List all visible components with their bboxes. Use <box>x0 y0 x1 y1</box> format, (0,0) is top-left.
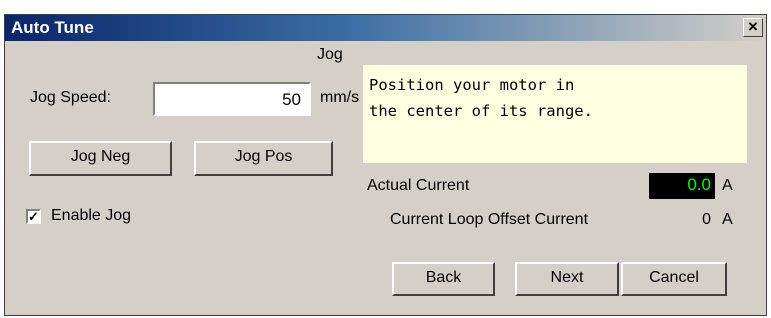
offset-current-label: Current Loop Offset Current <box>390 211 589 228</box>
actual-current-display: 0.0 <box>649 173 715 199</box>
jog-pos-button[interactable]: Jog Pos <box>194 141 333 176</box>
enable-jog-checkbox[interactable]: ✓ <box>26 209 41 224</box>
cancel-button[interactable]: Cancel <box>621 262 727 296</box>
jog-speed-unit: mm/s <box>320 89 360 106</box>
close-button[interactable]: × <box>743 18 763 37</box>
offset-current-value: 0 <box>702 211 711 228</box>
auto-tune-dialog: Auto Tune × Jog Jog Speed: 50 mm/s Jog N… <box>4 14 767 316</box>
offset-current-unit: A <box>722 211 733 228</box>
jog-neg-button[interactable]: Jog Neg <box>29 141 172 176</box>
enable-jog-label[interactable]: Enable Jog <box>51 207 131 225</box>
window-title: Auto Tune <box>11 18 94 37</box>
instruction-message: Position your motor in the center of its… <box>363 65 747 163</box>
next-button[interactable]: Next <box>515 262 619 296</box>
back-button[interactable]: Back <box>392 262 495 296</box>
close-icon: × <box>748 17 758 36</box>
section-title: Jog <box>317 46 343 63</box>
jog-speed-input[interactable]: 50 <box>153 82 311 116</box>
cropped-document-text <box>0 0 771 14</box>
check-icon: ✓ <box>28 209 39 224</box>
jog-speed-label: Jog Speed: <box>30 89 111 106</box>
title-bar: Auto Tune × <box>5 15 766 41</box>
actual-current-unit: A <box>722 177 733 194</box>
actual-current-label: Actual Current <box>367 177 470 194</box>
